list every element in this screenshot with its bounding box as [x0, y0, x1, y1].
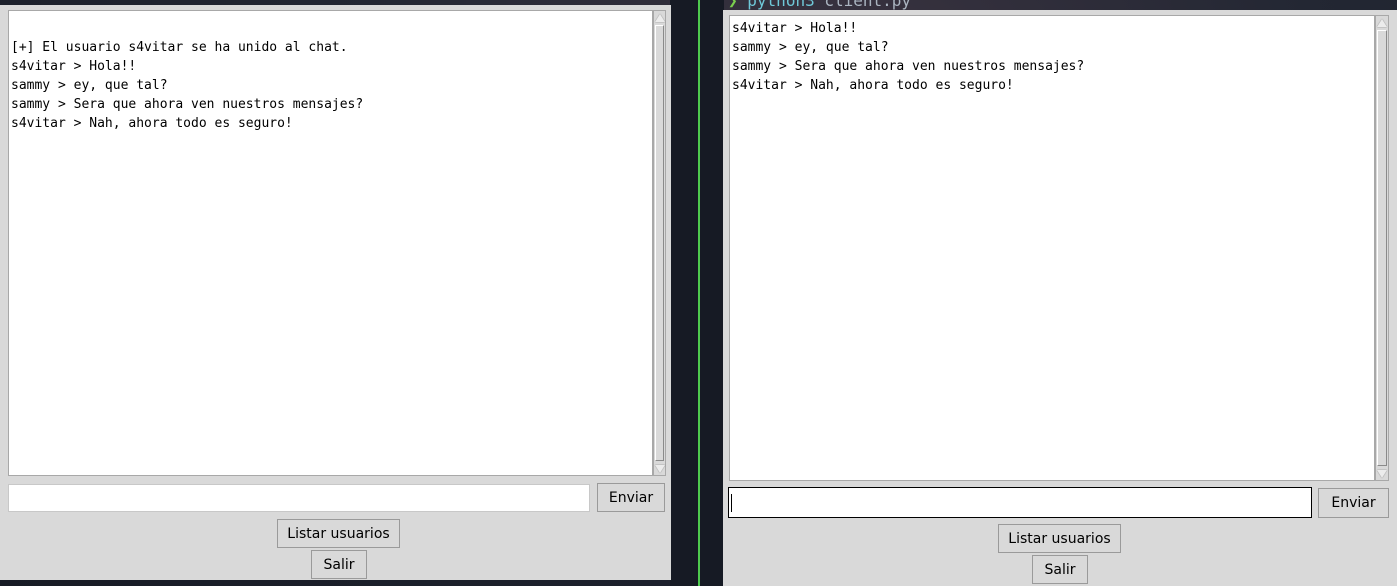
chat-message: s4vitar > Nah, ahora todo es seguro! [11, 116, 293, 131]
list-users-button[interactable]: Listar usuarios [277, 519, 400, 548]
exit-button[interactable]: Salir [311, 550, 367, 579]
scroll-down-arrow-icon[interactable] [1376, 467, 1388, 480]
chat-message-list: s4vitar > Hola!! sammy > ey, que tal? sa… [730, 16, 1374, 95]
chat-message: s4vitar > Hola!! [11, 59, 137, 74]
scroll-down-arrow-icon[interactable] [654, 462, 665, 475]
terminal-background [670, 0, 724, 586]
chat-message: sammy > Sera que ahora ven nuestros mens… [732, 59, 1085, 74]
chat-scrollbar[interactable] [1375, 15, 1389, 481]
chat-scrollbar[interactable] [653, 10, 666, 476]
terminal-command-arg: client.py [824, 0, 912, 10]
chat-log[interactable]: [+] El usuario s4vitar se ha unido al ch… [8, 10, 653, 476]
scroll-thumb[interactable] [655, 25, 664, 461]
scroll-up-arrow-icon[interactable] [1376, 16, 1388, 29]
chat-window-left: [+] El usuario s4vitar se ha unido al ch… [0, 5, 671, 580]
chat-message: sammy > ey, que tal? [732, 40, 889, 55]
message-input[interactable] [8, 484, 590, 512]
text-caret [731, 494, 732, 512]
chat-message: [+] El usuario s4vitar se ha unido al ch… [11, 40, 348, 55]
list-users-button[interactable]: Listar usuarios [998, 524, 1121, 553]
chat-window-right: s4vitar > Hola!! sammy > ey, que tal? sa… [723, 10, 1397, 586]
terminal-command: python3 [747, 0, 815, 10]
chat-message: s4vitar > Nah, ahora todo es seguro! [732, 78, 1014, 93]
message-input-focused[interactable] [728, 487, 1312, 518]
scroll-up-arrow-icon[interactable] [654, 11, 665, 24]
send-button[interactable]: Enviar [597, 483, 665, 512]
chat-message-list: [+] El usuario s4vitar se ha unido al ch… [9, 11, 652, 133]
terminal-prompt: ❯ [728, 0, 738, 10]
terminal-pane-divider [698, 0, 700, 586]
exit-button[interactable]: Salir [1032, 555, 1088, 584]
chat-log[interactable]: s4vitar > Hola!! sammy > ey, que tal? sa… [729, 15, 1375, 481]
scroll-thumb[interactable] [1377, 30, 1387, 466]
chat-message: sammy > ey, que tal? [11, 78, 168, 93]
chat-message: s4vitar > Hola!! [732, 21, 858, 36]
chat-message: sammy > Sera que ahora ven nuestros mens… [11, 97, 364, 112]
send-button[interactable]: Enviar [1318, 488, 1389, 518]
